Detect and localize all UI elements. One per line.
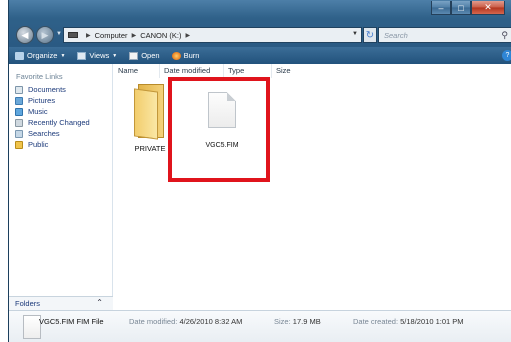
- breadcrumb-separator-icon[interactable]: ▶: [132, 32, 137, 39]
- favorite-link-searches[interactable]: Searches: [13, 128, 90, 139]
- breadcrumb-computer[interactable]: Computer: [95, 31, 128, 40]
- breadcrumb-separator-icon[interactable]: ▶: [185, 32, 190, 39]
- window-controls: – □ ✕: [431, 1, 505, 15]
- details-pane: VGC5.FIM FIM File Date modified: 4/26/20…: [9, 310, 511, 342]
- help-icon[interactable]: ?: [502, 50, 511, 61]
- favorite-link-label: Music: [28, 107, 48, 116]
- date-modified-label: Date modified:: [129, 317, 178, 326]
- favorite-links-header: Favorite Links: [16, 72, 63, 81]
- back-button[interactable]: ◀: [16, 26, 34, 44]
- column-header-date-modified[interactable]: Date modified: [160, 64, 224, 78]
- documents-icon: [15, 85, 23, 94]
- favorite-link-recently-changed[interactable]: Recently Changed: [13, 117, 90, 128]
- close-button[interactable]: ✕: [471, 1, 505, 15]
- chevron-down-icon: ▼: [56, 31, 62, 37]
- breadcrumb-separator-icon[interactable]: ▶: [86, 32, 91, 39]
- size-value: 17.9 MB: [292, 317, 321, 326]
- burn-disc-icon: [171, 51, 181, 60]
- favorite-link-pictures[interactable]: Pictures: [13, 95, 90, 106]
- forward-arrow-icon: ▶: [41, 29, 49, 40]
- minimize-icon: –: [438, 2, 444, 13]
- refresh-icon: ↻: [365, 29, 375, 41]
- column-header-type[interactable]: Type: [224, 64, 272, 78]
- chevron-up-icon: ⌃: [96, 298, 103, 307]
- maximize-button[interactable]: □: [451, 1, 471, 15]
- burn-button[interactable]: Burn: [166, 47, 206, 64]
- favorite-link-documents[interactable]: Documents: [13, 84, 90, 95]
- size-label: Size:: [274, 317, 291, 326]
- views-button[interactable]: Views ▼: [71, 47, 123, 64]
- details-date-created: Date created: 5/18/2010 1:01 PM: [353, 317, 464, 326]
- details-date-modified: Date modified: 4/26/2010 8:32 AM: [129, 317, 242, 326]
- close-icon: ✕: [484, 2, 492, 12]
- drive-icon: [68, 32, 78, 38]
- column-header-name[interactable]: Name: [114, 64, 160, 78]
- column-header-size[interactable]: Size: [272, 64, 320, 78]
- organize-icon: [15, 51, 24, 60]
- address-bar[interactable]: ▶ Computer ▶ CANON (K:) ▶ ▼: [63, 27, 362, 43]
- burn-label: Burn: [183, 51, 200, 60]
- favorite-link-label: Pictures: [28, 96, 56, 105]
- favorite-links-list: Documents Pictures Music Recently Change…: [13, 84, 90, 150]
- breadcrumb-drive[interactable]: CANON (K:): [140, 31, 181, 40]
- address-dropdown-icon[interactable]: ▼: [352, 31, 358, 37]
- chevron-down-icon: ▼: [60, 52, 66, 59]
- organize-label: Organize: [27, 51, 58, 60]
- title-bar: – □ ✕: [9, 0, 511, 24]
- search-input[interactable]: Search ⚲: [378, 27, 511, 43]
- maximize-icon: □: [458, 2, 464, 13]
- folders-toggle[interactable]: Folders ⌃: [9, 296, 113, 310]
- forward-button[interactable]: ▶: [36, 26, 54, 44]
- pictures-icon: [15, 96, 23, 105]
- date-created-label: Date created:: [353, 317, 399, 326]
- highlight-annotation: [168, 77, 270, 182]
- favorite-link-label: Searches: [28, 129, 60, 138]
- folder-icon: [132, 82, 168, 140]
- favorite-link-public[interactable]: Public: [13, 139, 90, 150]
- search-placeholder: Search: [384, 30, 408, 40]
- search-icon[interactable]: ⚲: [501, 30, 508, 41]
- favorite-link-label: Documents: [28, 85, 66, 94]
- details-name-text: VGC5.FIM: [39, 317, 75, 326]
- column-headers: Name Date modified Type Size: [114, 64, 511, 78]
- date-created-value: 5/18/2010 1:01 PM: [400, 317, 464, 326]
- organize-button[interactable]: Organize ▼: [9, 47, 71, 64]
- address-row: ◀ ▶ ▼ ▶ Computer ▶ CANON (K:) ▶ ▼ ↻ Sear…: [9, 24, 511, 46]
- date-modified-value: 4/26/2010 8:32 AM: [179, 317, 243, 326]
- minimize-button[interactable]: –: [431, 1, 451, 15]
- music-icon: [15, 107, 23, 116]
- searches-icon: [15, 129, 23, 138]
- details-size: Size: 17.9 MB: [274, 317, 321, 326]
- open-label: Open: [141, 51, 160, 60]
- views-icon: [77, 51, 87, 60]
- refresh-button[interactable]: ↻: [363, 27, 377, 43]
- favorite-link-label: Public: [28, 140, 49, 149]
- command-bar: Organize ▼ Views ▼ Open Burn ?: [9, 47, 511, 64]
- recent-pages-dropdown[interactable]: ▼: [56, 31, 62, 37]
- navigation-pane: Favorite Links Documents Pictures Music …: [9, 64, 113, 310]
- open-icon: [129, 51, 139, 60]
- favorite-link-music[interactable]: Music: [13, 106, 90, 117]
- details-type-text: FIM File: [76, 317, 104, 326]
- views-label: Views: [89, 51, 110, 60]
- favorite-link-label: Recently Changed: [28, 118, 90, 127]
- details-file-name: VGC5.FIM FIM File: [39, 317, 104, 326]
- recently-changed-icon: [15, 118, 23, 127]
- open-button[interactable]: Open: [123, 47, 165, 64]
- folders-label: Folders: [15, 299, 41, 308]
- back-arrow-icon: ◀: [21, 29, 29, 40]
- public-folder-icon: [15, 140, 23, 149]
- chevron-down-icon: ▼: [112, 52, 118, 59]
